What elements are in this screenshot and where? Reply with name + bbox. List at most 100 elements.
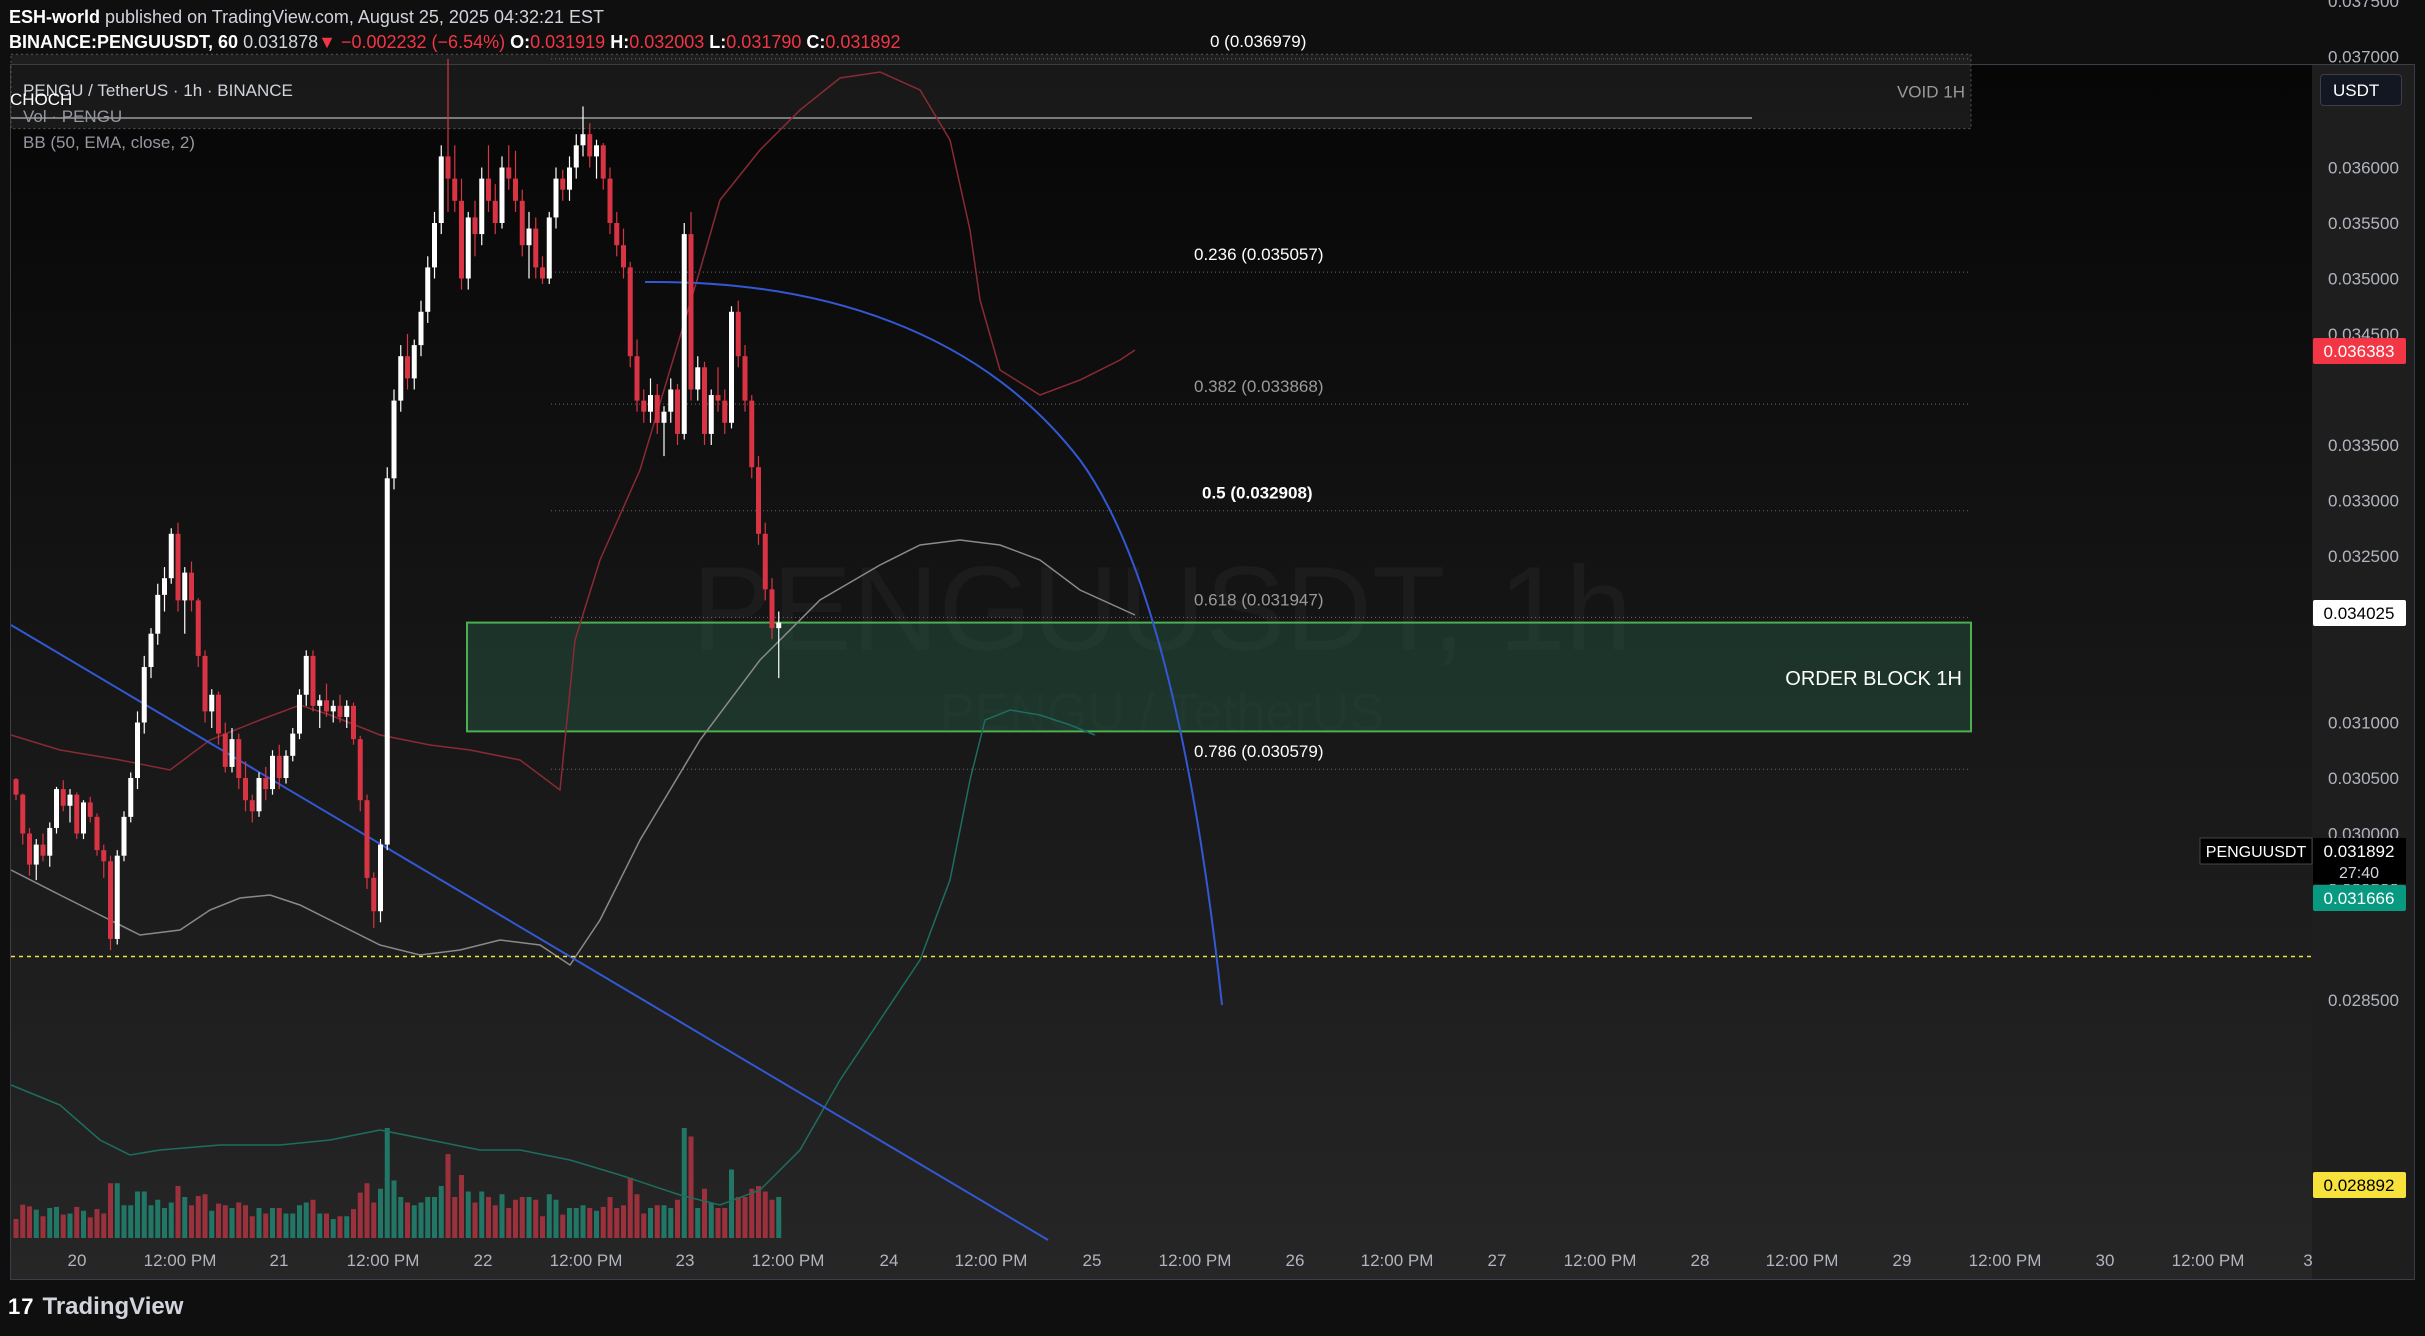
fib-label-0.618: 0.618 (0.031947) [1194,590,1324,609]
candle-body [540,267,545,279]
legend-bollinger[interactable]: BB (50, EMA, close, 2) [23,130,293,156]
volume-bar [135,1191,140,1238]
candle-body [594,145,599,157]
candle-body [114,855,120,939]
candle-body [128,778,134,817]
choch-label: CHOCH [10,90,73,109]
volume-bar [330,1219,336,1238]
candle-body [297,694,302,734]
volume-bar [729,1169,734,1238]
volume-bar [216,1203,221,1238]
candle [364,794,370,889]
candle-body [249,800,255,812]
y-tick-label: 0.037500 [2328,0,2399,11]
volume-bar [283,1213,289,1238]
volume-bar [310,1199,316,1238]
volume-bar [249,1216,255,1238]
volume-bar [398,1197,404,1238]
volume-bar [776,1197,782,1238]
price-tag-red-text: 0.036383 [2324,342,2395,361]
volume-bar [580,1205,586,1238]
y-tick-label: 0.033500 [2328,436,2399,455]
volume-bar [128,1205,134,1238]
candle-body [357,739,363,801]
candle [351,702,356,745]
candle-body [384,478,390,845]
candle-body [445,156,451,179]
volume-bar [526,1197,532,1238]
volume-bar [101,1213,107,1238]
y-tick-label: 0.036000 [2328,159,2399,178]
candle-body [607,178,613,223]
volume-bar [344,1216,350,1238]
candle-body [398,356,404,401]
current-price-text: 0.031892 [2324,842,2395,861]
candle-body [553,178,559,218]
candle-body [675,389,680,434]
tradingview-brand[interactable]: TradingView [42,1293,183,1321]
volume-bar [654,1205,660,1238]
x-tick-label: 12:00 PM [1766,1251,1839,1270]
candle-body [573,145,579,168]
volume-bar [486,1197,491,1238]
volume-bar [621,1205,626,1238]
price-tag-white-text: 0.034025 [2324,604,2395,623]
candle-body [74,794,80,834]
candle-body [337,705,343,717]
candle [128,772,134,823]
volume-bar [290,1213,296,1238]
candle [121,811,127,862]
candle-body [614,223,620,246]
volume-bar [94,1209,100,1238]
candle-body [654,395,660,423]
volume-bar [540,1216,545,1238]
volume-bar [162,1208,167,1238]
volume-bar [209,1210,215,1238]
candle [688,211,694,401]
currency-button[interactable]: USDT [2320,74,2402,106]
candle [702,361,707,445]
candle-body [108,861,113,939]
candle-body [648,395,653,412]
candle-body [202,655,208,712]
volume-bar [762,1191,768,1238]
candle-body [256,778,262,812]
volume-bar [47,1208,53,1238]
volume-bar [681,1128,687,1238]
candle-body [722,400,728,423]
candle-body [81,802,86,834]
volume-bar [418,1202,424,1238]
volume-bar [297,1205,302,1238]
volume-bar [337,1216,343,1238]
candle-body [479,178,485,235]
candle-body [378,844,383,912]
candle [756,456,761,545]
candle [175,522,181,612]
candle [749,395,755,479]
volume-bar [67,1213,73,1238]
volume-bar [276,1208,282,1238]
volume-bar [168,1202,174,1238]
candle [681,223,687,440]
fib-label-0.382: 0.382 (0.033868) [1194,377,1324,396]
candle-body [715,395,721,401]
price-chart[interactable]: PENGUUSDT, 1hPENGU / TetherUS VOID 1HORD… [0,0,2425,1336]
candle-body [330,705,336,712]
volume-bar [357,1192,363,1238]
volume-bar [695,1208,701,1238]
candle-body [263,778,269,790]
volume-bar [519,1197,525,1238]
volume-bar [222,1205,228,1238]
price-tag-yellow: 0.028892 [2313,1172,2406,1198]
volume-bar [634,1194,640,1238]
candle-body [472,217,478,235]
volume-bar [148,1205,154,1238]
volume-bar [236,1202,242,1238]
candle [310,650,316,712]
volume-bar [702,1188,707,1238]
x-tick-label: 12:00 PM [550,1251,623,1270]
volume-bar [81,1210,86,1238]
candle [94,813,100,856]
candle-body [486,178,491,201]
fib-label-0.5: 0.5 (0.032908) [1202,484,1313,503]
